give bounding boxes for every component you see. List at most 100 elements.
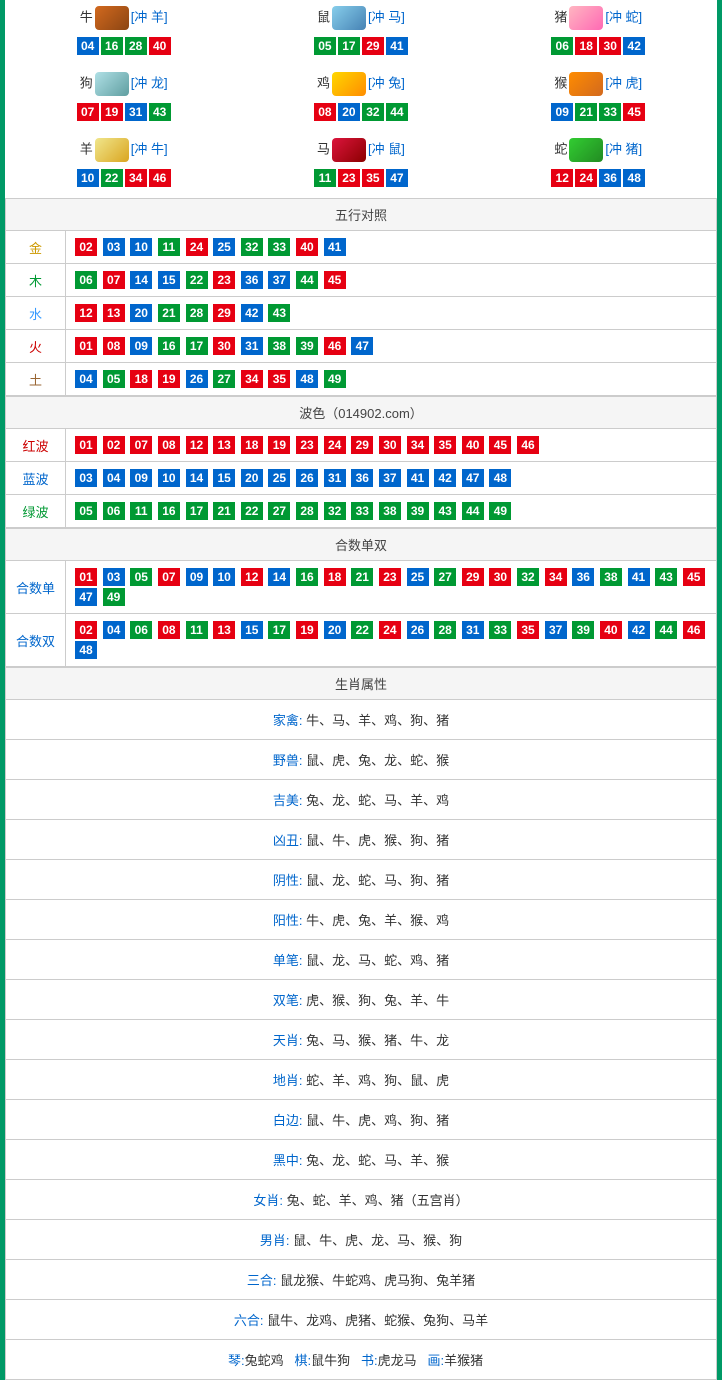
number-ball: 06 <box>130 621 152 639</box>
number-ball: 39 <box>407 502 429 520</box>
number-ball: 31 <box>324 469 346 487</box>
attr-key: 野兽: <box>273 753 303 768</box>
attr-key: 书: <box>361 1353 378 1368</box>
number-ball: 19 <box>158 370 180 388</box>
number-ball: 41 <box>324 238 346 256</box>
number-ball: 26 <box>407 621 429 639</box>
number-ball: 24 <box>324 436 346 454</box>
attr-value: 鼠、牛、虎、龙、马、猴、狗 <box>293 1233 462 1248</box>
attr-row: 女肖: 兔、蛇、羊、鸡、猪（五宫肖） <box>6 1180 717 1220</box>
zodiac-numbers: 11233547 <box>246 168 475 188</box>
number-ball: 20 <box>130 304 152 322</box>
row-label: 绿波 <box>6 495 66 528</box>
number-ball: 12 <box>551 169 573 187</box>
number-ball: 07 <box>103 271 125 289</box>
zodiac-chong: [冲 羊] <box>131 9 168 24</box>
number-ball: 08 <box>158 621 180 639</box>
row-numbers: 05 06 11 16 17 21 22 27 28 32 33 38 39 4… <box>66 495 717 528</box>
table-row: 土04 05 18 19 26 27 34 35 48 49 <box>6 363 717 396</box>
number-ball: 35 <box>362 169 384 187</box>
attr-value: 鼠、龙、蛇、马、狗、猪 <box>306 873 449 888</box>
zodiac-chong: [冲 牛] <box>131 141 168 156</box>
number-ball: 46 <box>324 337 346 355</box>
number-ball: 09 <box>186 568 208 586</box>
row-label: 木 <box>6 264 66 297</box>
row-label: 红波 <box>6 429 66 462</box>
shuxing-title: 生肖属性 <box>6 668 717 700</box>
number-ball: 21 <box>575 103 597 121</box>
number-ball: 49 <box>103 588 125 606</box>
number-ball: 33 <box>489 621 511 639</box>
table-row: 火01 08 09 16 17 30 31 38 39 46 47 <box>6 330 717 363</box>
attr-value: 虎龙马 <box>378 1353 417 1368</box>
wuxing-title: 五行对照 <box>6 199 717 231</box>
table-row: 合数单01 03 05 07 09 10 12 14 16 18 21 23 2… <box>6 561 717 614</box>
number-ball: 11 <box>186 621 208 639</box>
attr-key: 三合: <box>247 1273 277 1288</box>
number-ball: 43 <box>268 304 290 322</box>
attr-footer-row: 琴:兔蛇鸡 棋:鼠牛狗 书:虎龙马 画:羊猴猪 <box>6 1340 717 1380</box>
heshu-table: 合数单双 合数单01 03 05 07 09 10 12 14 16 18 21… <box>5 528 717 667</box>
number-ball: 29 <box>462 568 484 586</box>
number-ball: 45 <box>623 103 645 121</box>
number-ball: 43 <box>149 103 171 121</box>
number-ball: 05 <box>130 568 152 586</box>
number-ball: 32 <box>324 502 346 520</box>
zodiac-numbers: 12243648 <box>484 168 713 188</box>
number-ball: 05 <box>314 37 336 55</box>
number-ball: 04 <box>77 37 99 55</box>
number-ball: 20 <box>338 103 360 121</box>
attr-key: 地肖: <box>273 1073 303 1088</box>
number-ball: 12 <box>75 304 97 322</box>
number-ball: 22 <box>351 621 373 639</box>
zodiac-name: 马 <box>317 141 330 156</box>
attr-row: 地肖: 蛇、羊、鸡、狗、鼠、虎 <box>6 1060 717 1100</box>
number-ball: 11 <box>130 502 152 520</box>
number-ball: 04 <box>103 621 125 639</box>
attr-row: 吉美: 兔、龙、蛇、马、羊、鸡 <box>6 780 717 820</box>
attr-key: 阴性: <box>273 873 303 888</box>
number-ball: 09 <box>130 469 152 487</box>
number-ball: 27 <box>434 568 456 586</box>
number-ball: 18 <box>130 370 152 388</box>
attr-row: 天肖: 兔、马、猴、猪、牛、龙 <box>6 1020 717 1060</box>
row-label: 水 <box>6 297 66 330</box>
number-ball: 08 <box>158 436 180 454</box>
number-ball: 05 <box>103 370 125 388</box>
zodiac-cell: 羊[冲 牛]10223446 <box>5 132 242 198</box>
number-ball: 07 <box>77 103 99 121</box>
number-ball: 22 <box>101 169 123 187</box>
number-ball: 09 <box>130 337 152 355</box>
number-ball: 37 <box>268 271 290 289</box>
zodiac-icon <box>95 72 129 96</box>
number-ball: 46 <box>517 436 539 454</box>
zodiac-icon <box>332 6 366 30</box>
number-ball: 43 <box>655 568 677 586</box>
attr-key: 双笔: <box>273 993 303 1008</box>
wuxing-table: 五行对照 金02 03 10 11 24 25 32 33 40 41木06 0… <box>5 198 717 396</box>
zodiac-numbers: 04162840 <box>9 36 238 56</box>
number-ball: 20 <box>324 621 346 639</box>
row-numbers: 01 08 09 16 17 30 31 38 39 46 47 <box>66 330 717 363</box>
row-numbers: 06 07 14 15 22 23 36 37 44 45 <box>66 264 717 297</box>
attr-value: 牛、虎、兔、羊、猴、鸡 <box>306 913 449 928</box>
number-ball: 44 <box>462 502 484 520</box>
number-ball: 35 <box>268 370 290 388</box>
attr-row: 白边: 鼠、牛、虎、鸡、狗、猪 <box>6 1100 717 1140</box>
number-ball: 42 <box>434 469 456 487</box>
zodiac-name: 鼠 <box>317 9 330 24</box>
attr-row: 野兽: 鼠、虎、兔、龙、蛇、猴 <box>6 740 717 780</box>
number-ball: 04 <box>103 469 125 487</box>
attr-value: 牛、马、羊、鸡、狗、猪 <box>306 713 449 728</box>
number-ball: 47 <box>75 588 97 606</box>
number-ball: 44 <box>296 271 318 289</box>
attr-value: 鼠、虎、兔、龙、蛇、猴 <box>306 753 449 768</box>
number-ball: 45 <box>489 436 511 454</box>
attr-key: 六合: <box>234 1313 264 1328</box>
number-ball: 03 <box>103 568 125 586</box>
number-ball: 29 <box>362 37 384 55</box>
zodiac-numbers: 09213345 <box>484 102 713 122</box>
number-ball: 06 <box>75 271 97 289</box>
zodiac-icon <box>569 138 603 162</box>
number-ball: 47 <box>462 469 484 487</box>
